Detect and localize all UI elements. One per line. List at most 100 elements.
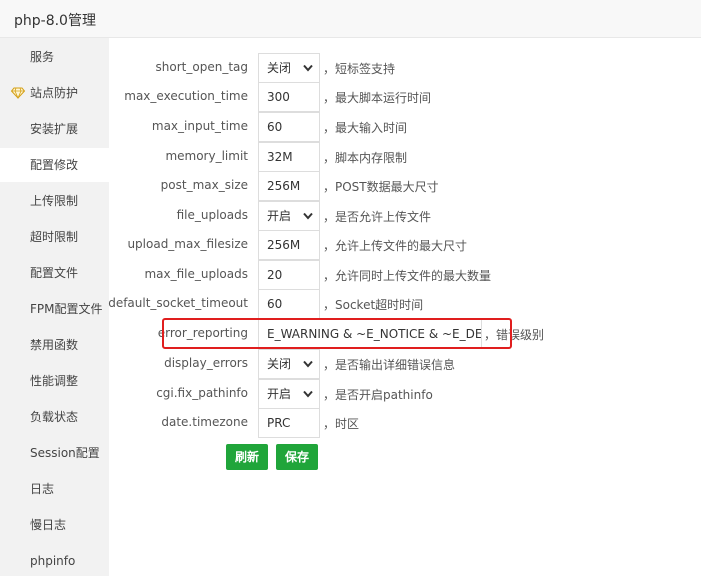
- config-desc: ，脚本内存限制: [323, 151, 408, 165]
- sidebar-item-config-edit[interactable]: 配置修改: [0, 148, 109, 182]
- config-row-short-open-tag: short_open_tag 关闭 ，短标签支持: [110, 53, 700, 83]
- max-file-uploads-input[interactable]: 20: [258, 260, 320, 290]
- config-row-file-uploads: file_uploads 开启 ，是否允许上传文件: [110, 201, 700, 231]
- sidebar-item-performance[interactable]: 性能调整: [0, 364, 109, 398]
- config-label: max_input_time: [151, 119, 248, 133]
- config-label: max_file_uploads: [144, 267, 248, 281]
- config-row-display-errors: display_errors 关闭 ，是否输出详细错误信息: [110, 349, 700, 379]
- sidebar-item-session-config[interactable]: Session配置: [0, 436, 109, 470]
- input-value: 60: [267, 297, 283, 311]
- sidebar-item-label: Session配置: [30, 446, 100, 460]
- config-desc: ，POST数据最大尺寸: [323, 180, 439, 194]
- config-row-max-input-time: max_input_time 60 ，最大输入时间: [110, 112, 700, 142]
- select-value: 开启: [267, 387, 292, 401]
- sidebar-item-label: 上传限制: [30, 194, 79, 208]
- input-value: PRC: [267, 416, 291, 430]
- config-label: upload_max_filesize: [127, 237, 248, 251]
- sidebar-item-install-extensions[interactable]: 安装扩展: [0, 112, 109, 146]
- sidebar-item-slow-log[interactable]: 慢日志: [0, 508, 109, 542]
- memory-limit-input[interactable]: 32M: [258, 142, 320, 172]
- upload-max-filesize-input[interactable]: 256M: [258, 230, 320, 260]
- select-value: 关闭: [267, 357, 292, 371]
- select-value: 开启: [267, 209, 292, 223]
- sidebar-item-label: 安装扩展: [30, 122, 79, 136]
- chevron-down-icon: [303, 390, 313, 398]
- sidebar-item-upload-limit[interactable]: 上传限制: [0, 184, 109, 218]
- sidebar: 服务 站点防护 安装扩展 配置修改 上传限制 超时限制 配置文件 FPM配置文件…: [0, 38, 109, 576]
- config-label: max_execution_time: [124, 89, 248, 103]
- sidebar-item-fpm-config[interactable]: FPM配置文件: [0, 292, 109, 326]
- config-row-cgi-fix-pathinfo: cgi.fix_pathinfo 开启 ，是否开启pathinfo: [110, 379, 700, 409]
- config-row-date-timezone: date.timezone PRC ，时区: [110, 408, 700, 438]
- config-label: short_open_tag: [155, 60, 248, 74]
- config-row-memory-limit: memory_limit 32M ，脚本内存限制: [110, 142, 700, 172]
- sidebar-item-config-file[interactable]: 配置文件: [0, 256, 109, 290]
- config-desc: ，是否开启pathinfo: [323, 388, 433, 402]
- save-button[interactable]: 保存: [276, 444, 318, 470]
- chevron-down-icon: [303, 64, 313, 72]
- config-desc: ，最大输入时间: [323, 121, 408, 135]
- window-title: php-8.0管理: [14, 13, 96, 29]
- config-label: default_socket_timeout: [108, 296, 248, 310]
- config-desc: ，是否输出详细错误信息: [323, 358, 456, 372]
- sidebar-item-label: 慢日志: [30, 518, 67, 532]
- config-desc: ，时区: [323, 417, 360, 431]
- config-desc: ，允许同时上传文件的最大数量: [323, 269, 492, 283]
- display-errors-select[interactable]: 关闭: [258, 349, 320, 379]
- sidebar-item-label: 性能调整: [30, 374, 79, 388]
- config-desc: ，最大脚本运行时间: [323, 91, 432, 105]
- config-desc: ，Socket超时时间: [323, 298, 424, 312]
- config-row-max-file-uploads: max_file_uploads 20 ，允许同时上传文件的最大数量: [110, 260, 700, 290]
- input-value: 256M: [267, 238, 301, 252]
- sidebar-item-label: 站点防护: [30, 86, 79, 100]
- sidebar-item-label: 服务: [30, 50, 55, 64]
- refresh-button[interactable]: 刷新: [226, 444, 268, 470]
- select-value: 关闭: [267, 61, 292, 75]
- config-desc: ，允许上传文件的最大尺寸: [323, 239, 468, 253]
- sidebar-item-label: FPM配置文件: [30, 302, 103, 316]
- config-label: date.timezone: [161, 415, 248, 429]
- input-value: 256M: [267, 179, 301, 193]
- sidebar-item-site-protection[interactable]: 站点防护: [0, 76, 109, 110]
- sidebar-item-timeout-limit[interactable]: 超时限制: [0, 220, 109, 254]
- config-label: file_uploads: [176, 208, 248, 222]
- window-titlebar: php-8.0管理: [0, 0, 701, 38]
- config-label: display_errors: [164, 356, 248, 370]
- sidebar-item-label: 负载状态: [30, 410, 79, 424]
- sidebar-item-log[interactable]: 日志: [0, 472, 109, 506]
- short-open-tag-select[interactable]: 关闭: [258, 53, 320, 83]
- config-label: post_max_size: [160, 178, 248, 192]
- input-value: 20: [267, 268, 283, 282]
- max-execution-time-input[interactable]: 300: [258, 82, 320, 112]
- chevron-down-icon: [303, 360, 313, 368]
- post-max-size-input[interactable]: 256M: [258, 171, 320, 201]
- config-label: memory_limit: [165, 149, 248, 163]
- cgi-fix-pathinfo-select[interactable]: 开启: [258, 379, 320, 409]
- error-reporting-highlight: [162, 318, 512, 349]
- sidebar-item-load-status[interactable]: 负载状态: [0, 400, 109, 434]
- sidebar-item-label: phpinfo: [30, 554, 76, 568]
- config-row-post-max-size: post_max_size 256M ，POST数据最大尺寸: [110, 171, 700, 201]
- sidebar-item-disabled-functions[interactable]: 禁用函数: [0, 328, 109, 362]
- sidebar-item-label: 超时限制: [30, 230, 79, 244]
- config-desc: ，短标签支持: [323, 62, 396, 76]
- sidebar-item-label: 禁用函数: [30, 338, 79, 352]
- sidebar-item-phpinfo[interactable]: phpinfo: [0, 544, 109, 576]
- file-uploads-select[interactable]: 开启: [258, 201, 320, 231]
- config-desc: ，是否允许上传文件: [323, 210, 432, 224]
- input-value: 300: [267, 90, 290, 104]
- sidebar-item-label: 日志: [30, 482, 55, 496]
- sidebar-item-service[interactable]: 服务: [0, 40, 109, 74]
- config-row-max-execution-time: max_execution_time 300 ，最大脚本运行时间: [110, 82, 700, 112]
- default-socket-timeout-input[interactable]: 60: [258, 289, 320, 319]
- date-timezone-input[interactable]: PRC: [258, 408, 320, 438]
- max-input-time-input[interactable]: 60: [258, 112, 320, 142]
- sidebar-item-label: 配置文件: [30, 266, 79, 280]
- config-label: cgi.fix_pathinfo: [156, 386, 248, 400]
- config-row-upload-max-filesize: upload_max_filesize 256M ，允许上传文件的最大尺寸: [110, 230, 700, 260]
- input-value: 32M: [267, 150, 293, 164]
- input-value: 60: [267, 120, 283, 134]
- config-row-default-socket-timeout: default_socket_timeout 60 ，Socket超时时间: [108, 289, 700, 319]
- sidebar-item-label: 配置修改: [30, 158, 79, 172]
- gem-icon: [11, 87, 25, 99]
